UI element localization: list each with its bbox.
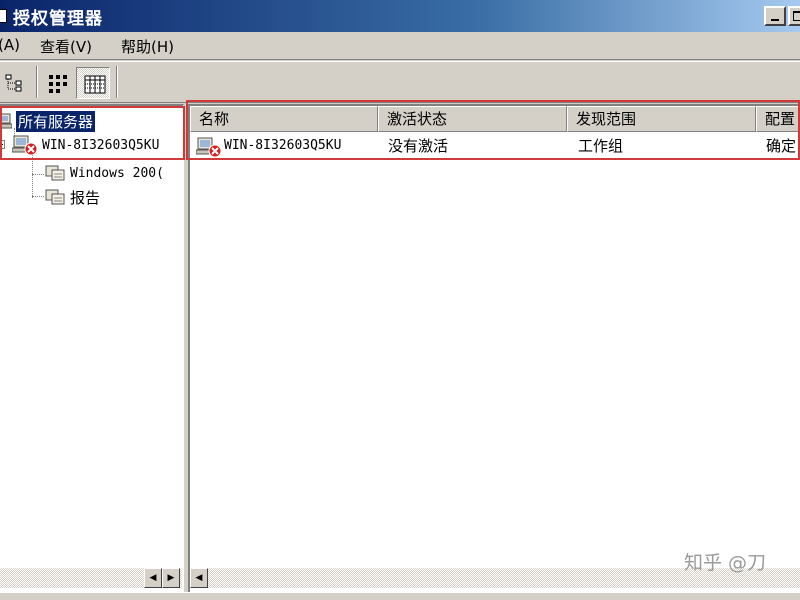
toolbar-tree-view-button[interactable] bbox=[0, 67, 32, 99]
minimize-icon bbox=[771, 19, 779, 21]
menu-view[interactable]: 查看(V) bbox=[40, 36, 92, 57]
tree-item-server[interactable]: WIN-8I32603Q5KU bbox=[12, 134, 159, 156]
cell-scope: 工作组 bbox=[578, 137, 624, 155]
toolbar-small-icons-button[interactable] bbox=[40, 67, 74, 99]
cell-config: 确定 bbox=[766, 137, 797, 155]
menu-bar: (A) 查看(V) 帮助(H) bbox=[0, 32, 800, 60]
tree-item-all-servers[interactable]: 所有服务器 bbox=[0, 110, 96, 132]
tree-label: WIN-8I32603Q5KU bbox=[42, 137, 160, 153]
tree-collapse-toggle[interactable] bbox=[0, 140, 5, 149]
server-error-icon bbox=[196, 137, 222, 158]
tree-line bbox=[32, 174, 44, 175]
tree-label: 所有服务器 bbox=[16, 110, 96, 132]
server-error-icon bbox=[12, 135, 38, 156]
title-bar: 授权管理器 bbox=[0, 0, 800, 32]
scroll-left-arrow-icon[interactable]: ◀ bbox=[144, 568, 162, 588]
column-header-status[interactable]: 激活状态 bbox=[378, 106, 567, 132]
tree-line bbox=[32, 196, 44, 197]
toolbar-details-button[interactable] bbox=[76, 67, 110, 99]
app-icon bbox=[0, 9, 7, 23]
list-pane: 名称 激活状态 发现范围 配置 WIN-8I32603Q5KU 没有激活 工作组… bbox=[188, 104, 800, 592]
cell-name: WIN-8I32603Q5KU bbox=[224, 138, 342, 153]
scroll-left-arrow-icon[interactable]: ◀ bbox=[190, 568, 208, 588]
tree-label: Windows 200( bbox=[70, 165, 164, 181]
menu-help[interactable]: 帮助(H) bbox=[121, 36, 174, 57]
column-header-scope[interactable]: 发现范围 bbox=[567, 106, 756, 132]
tree-item-report[interactable]: 报告 bbox=[44, 186, 100, 208]
column-header-name[interactable]: 名称 bbox=[190, 106, 378, 132]
tree-line bbox=[32, 154, 33, 198]
toolbar bbox=[0, 61, 800, 103]
details-view-icon bbox=[84, 75, 106, 94]
tree-view-icon bbox=[5, 74, 22, 92]
list-header: 名称 激活状态 发现范围 配置 bbox=[190, 106, 800, 132]
product-icon bbox=[45, 165, 65, 181]
tree-horizontal-scrollbar[interactable]: ◀ ▶ bbox=[0, 568, 182, 588]
column-header-config[interactable]: 配置 bbox=[756, 106, 800, 132]
tree-label: 报告 bbox=[70, 188, 101, 207]
toolbar-separator bbox=[36, 66, 38, 98]
window-title: 授权管理器 bbox=[13, 8, 103, 29]
table-row[interactable]: WIN-8I32603Q5KU 没有激活 工作组 确定 bbox=[190, 134, 800, 158]
tree-item-product[interactable]: Windows 200( bbox=[44, 162, 164, 184]
small-icons-view-icon bbox=[49, 75, 67, 93]
watermark: 知乎 @刀 bbox=[684, 552, 767, 574]
maximize-button[interactable] bbox=[788, 6, 800, 26]
cell-status: 没有激活 bbox=[388, 137, 449, 155]
minimize-button[interactable] bbox=[764, 6, 786, 26]
maximize-icon bbox=[793, 11, 800, 21]
menu-action[interactable]: (A) bbox=[0, 36, 20, 54]
status-bar bbox=[0, 592, 800, 600]
scroll-right-arrow-icon[interactable]: ▶ bbox=[162, 568, 180, 588]
toolbar-separator bbox=[116, 66, 118, 98]
tree-pane: 所有服务器 WIN-8I32603Q5KU Windows 200( 报告 ◀ … bbox=[0, 104, 184, 592]
report-icon bbox=[45, 189, 65, 205]
servers-icon bbox=[0, 113, 12, 129]
